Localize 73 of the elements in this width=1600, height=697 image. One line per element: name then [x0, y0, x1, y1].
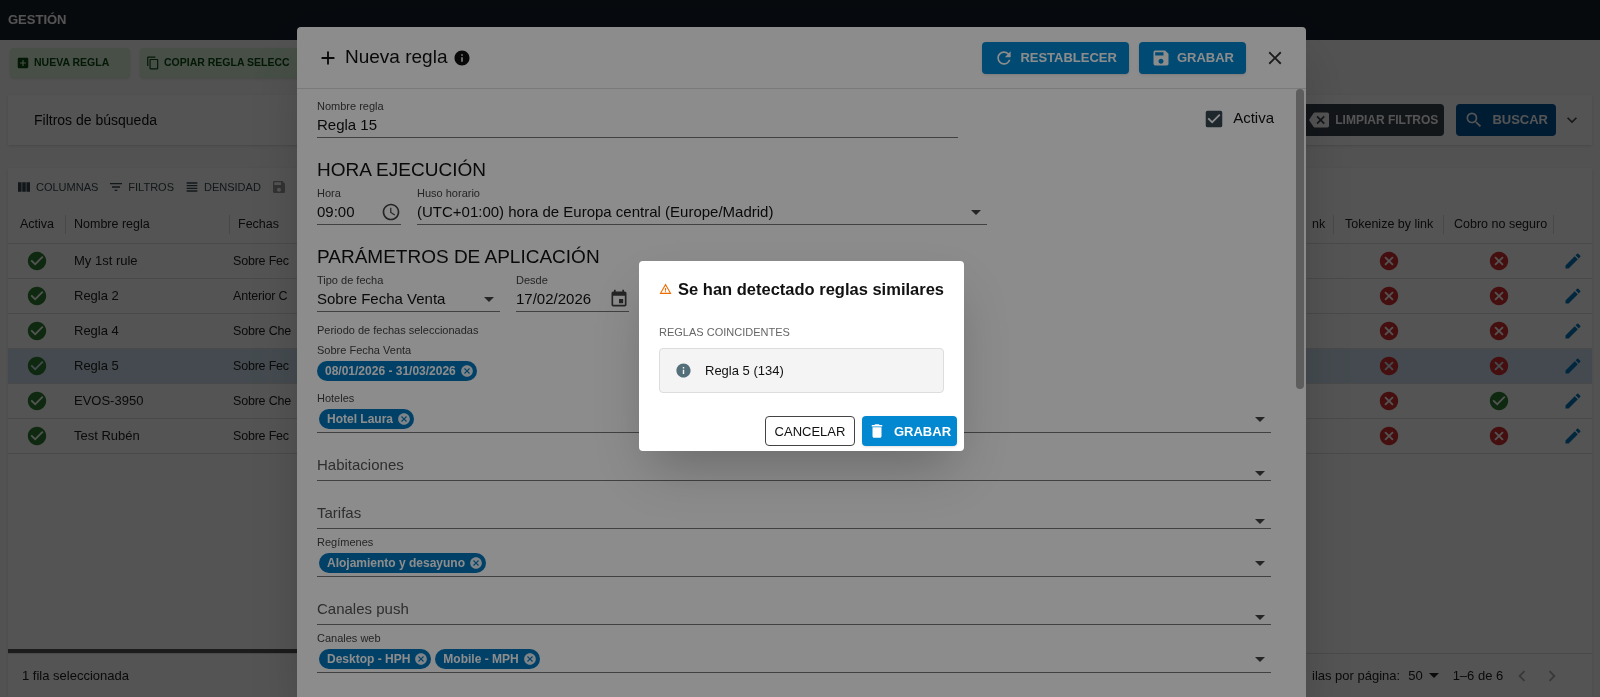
chip[interactable]: Alojamiento y desayuno [319, 553, 487, 573]
table-cell-text: Regla 4 [73, 322, 120, 341]
field-label: Huso horario [417, 186, 481, 200]
chip[interactable]: Hotel Laura [319, 409, 414, 429]
table-cell-text: Regla 5 [73, 357, 120, 376]
period-group-label: Sobre Fecha Venta [317, 343, 412, 357]
field-label: Hora [317, 186, 342, 200]
field-label: Desde [516, 273, 549, 287]
table-cell-text: Regla 2 [73, 287, 120, 306]
clear-filters-button[interactable]: LIMPIAR FILTROS [1303, 104, 1445, 136]
field-value: 17/02/2026 [516, 288, 593, 309]
cancel-button[interactable]: CANCELAR [765, 416, 855, 447]
table-cell-text: Sobre Fec [232, 429, 289, 444]
chip[interactable]: Mobile - MPH [435, 649, 540, 669]
column-header[interactable]: Fechas [230, 217, 279, 232]
table-cell-text: Sobre Fec [232, 359, 289, 374]
section-heading: HORA EJECUCIÓN [317, 158, 487, 182]
field-value: Sobre Fecha Venta [317, 288, 447, 309]
dialog-title: Nueva regla [345, 45, 448, 70]
field-placeholder: Tarifas [317, 502, 363, 523]
table-cell-text: Sobre Che [232, 394, 291, 409]
text-field[interactable]: Hora 09:00 [317, 186, 401, 225]
field-label: Nombre regla [317, 99, 385, 113]
chip[interactable]: 08/01/2026 - 31/03/2026 [317, 361, 477, 381]
table-cell-text: EVOS-3950 [73, 392, 145, 411]
save-button[interactable]: GRABAR [1138, 41, 1246, 74]
field-label: Canales web [317, 631, 382, 645]
section-label: REGLAS COINCIDENTES [659, 324, 791, 340]
field-placeholder: Habitaciones [317, 454, 405, 475]
text-field[interactable]: Desde 17/02/2026 [516, 273, 629, 312]
chip[interactable]: Desktop - HPH [319, 649, 432, 669]
table-cell-text: Anterior C [232, 289, 288, 304]
column-header[interactable]: nk [1312, 217, 1326, 232]
text-field[interactable]: Nombre regla Regla 15 [317, 99, 958, 138]
table-cell-text: Sobre Fec [232, 254, 289, 269]
reset-button[interactable]: RESTABLECER [982, 41, 1129, 74]
active-checkbox[interactable]: Activa [1203, 107, 1274, 130]
field-value: Regla 15 [317, 114, 379, 135]
filters-title: Filtros de búsqueda [34, 110, 157, 130]
selection-count: 1 fila seleccionada [22, 667, 129, 683]
period-label: Periodo de fechas seleccionadas [317, 323, 479, 337]
column-header[interactable]: Nombre regla [66, 215, 230, 234]
grid-toolbar-button[interactable]: COLUMNAS [16, 178, 99, 196]
column-header[interactable]: Activa [8, 215, 66, 234]
text-field[interactable]: Tipo de fecha Sobre Fecha Venta [317, 273, 500, 312]
field-value: 09:00 [317, 201, 356, 222]
section-heading: PARÁMETROS DE APLICACIÓN [317, 245, 601, 269]
table-cell-text: My 1st rule [73, 252, 139, 271]
match-name: Regla 5 (134) [705, 362, 784, 380]
field-label: Hoteles [317, 391, 356, 405]
field-label: Tipo de fecha [317, 273, 385, 287]
select-field[interactable]: Tarifas [317, 499, 1271, 529]
toolbar-button[interactable]: NUEVA REGLA [10, 48, 130, 78]
select-field[interactable]: Canales web Desktop - HPH Mobile - MPH [317, 631, 1271, 673]
grid-toolbar-button[interactable]: DENSIDAD [184, 178, 261, 196]
search-button[interactable]: BUSCAR [1456, 104, 1556, 136]
select-field[interactable]: Regímenes Alojamiento y desayuno [317, 535, 1271, 577]
app-title: GESTIÓN [8, 11, 67, 30]
save-button[interactable]: GRABAR [862, 416, 957, 447]
rows-per-page-label: ilas por página: [1312, 666, 1401, 685]
table-cell-text: Sobre Che [232, 324, 291, 339]
page-range: 1–6 de 6 [1452, 666, 1504, 685]
select-field[interactable]: Canales push [317, 595, 1271, 625]
rows-per-page-select[interactable]: 50 [1408, 665, 1439, 686]
field-placeholder: Canales push [317, 598, 410, 619]
table-cell-text: Test Rubén [73, 427, 141, 446]
field-value: (UTC+01:00) hora de Europa central (Europe/Madrid) [417, 201, 775, 222]
text-field[interactable]: Huso horario (UTC+01:00) hora de Europa central (Europe/Madrid) [417, 186, 987, 225]
column-header[interactable]: Cobro no seguro [1444, 215, 1554, 234]
dialog-title: Se han detectado reglas similares [678, 279, 944, 300]
grid-toolbar-button[interactable]: FILTROS [108, 178, 174, 196]
field-label: Regímenes [317, 535, 375, 549]
column-header[interactable]: Tokenize by link [1334, 215, 1444, 234]
